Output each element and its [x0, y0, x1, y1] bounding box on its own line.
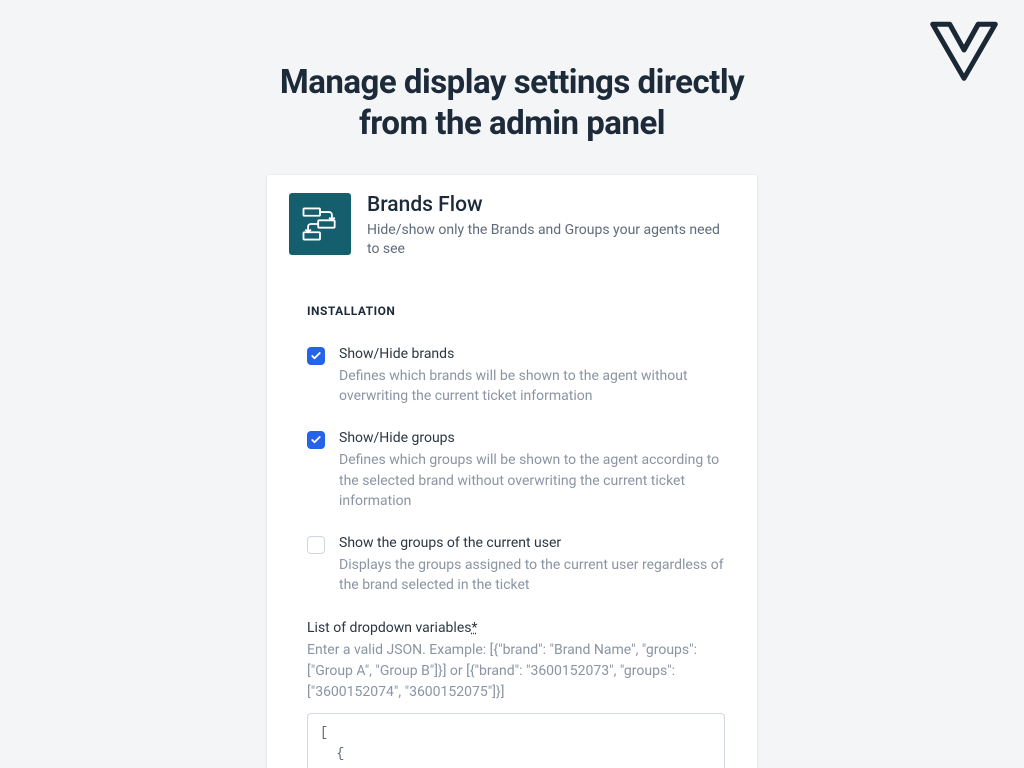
option-description: Defines which brands will be shown to th… [339, 366, 725, 407]
page-title-line2: from the admin panel [359, 104, 665, 143]
app-flow-icon [289, 193, 351, 255]
app-subtitle: Hide/show only the Brands and Groups you… [367, 221, 735, 260]
checkbox-show-current-user-groups[interactable] [307, 536, 325, 554]
option-show-hide-brands: Show/Hide brands Defines which brands wi… [307, 346, 735, 407]
section-heading-installation: INSTALLATION [307, 304, 735, 318]
checkbox-show-hide-brands[interactable] [307, 347, 325, 365]
option-label: Show/Hide groups [339, 430, 725, 446]
option-label: Show/Hide brands [339, 346, 725, 362]
checkbox-show-hide-groups[interactable] [307, 431, 325, 449]
option-show-current-user-groups: Show the groups of the current user Disp… [307, 535, 735, 596]
dropdown-variables-textarea[interactable] [307, 713, 725, 768]
page-title-line1: Manage display settings directly [280, 63, 744, 102]
dropdown-variables-field: List of dropdown variables* Enter a vali… [307, 620, 735, 768]
option-description: Displays the groups assigned to the curr… [339, 555, 725, 596]
brand-logo [928, 20, 1000, 84]
card-header: Brands Flow Hide/show only the Brands an… [289, 193, 735, 260]
required-asterisk: * [471, 620, 477, 636]
field-label: List of dropdown variables* [307, 620, 725, 636]
field-label-text: List of dropdown variables [307, 620, 471, 636]
option-label: Show the groups of the current user [339, 535, 725, 551]
option-description: Defines which groups will be shown to th… [339, 450, 725, 511]
page-title: Manage display settings directly from th… [0, 0, 1024, 145]
option-show-hide-groups: Show/Hide groups Defines which groups wi… [307, 430, 735, 511]
settings-card: Brands Flow Hide/show only the Brands an… [267, 175, 757, 768]
app-title: Brands Flow [367, 193, 735, 217]
field-hint: Enter a valid JSON. Example: [{"brand": … [307, 640, 725, 703]
